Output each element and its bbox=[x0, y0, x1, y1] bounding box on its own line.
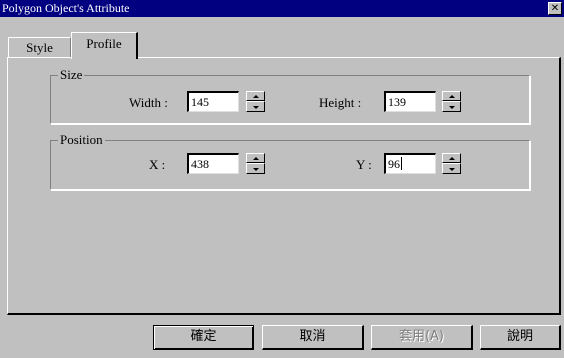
tab-style-label: Style bbox=[26, 40, 53, 55]
width-label: Width : bbox=[129, 95, 168, 110]
close-button[interactable]: ✕ bbox=[548, 2, 562, 15]
ok-button[interactable]: 確定 bbox=[153, 325, 254, 350]
width-spin-up-button[interactable] bbox=[246, 91, 265, 101]
arrow-up-icon bbox=[253, 157, 259, 160]
height-spin-up-button[interactable] bbox=[442, 91, 461, 101]
arrow-down-icon bbox=[253, 168, 259, 171]
size-groupbox: Size Width : 145 Height : 139 bbox=[50, 67, 531, 125]
height-spin-down-button[interactable] bbox=[442, 101, 461, 112]
tab-style[interactable]: Style bbox=[8, 37, 71, 58]
arrow-down-icon bbox=[449, 106, 455, 109]
position-group-legend: Position bbox=[58, 132, 105, 148]
position-groupbox: Position X : 438 Y : 96 bbox=[50, 132, 531, 191]
arrow-up-icon bbox=[449, 157, 455, 160]
arrow-down-icon bbox=[449, 168, 455, 171]
y-input[interactable]: 96 bbox=[384, 153, 436, 174]
width-input[interactable]: 145 bbox=[187, 91, 239, 112]
x-spin-down-button[interactable] bbox=[246, 163, 265, 174]
y-spin-up-button[interactable] bbox=[442, 153, 461, 163]
arrow-up-icon bbox=[449, 95, 455, 98]
arrow-up-icon bbox=[253, 95, 259, 98]
help-button[interactable]: 說明 bbox=[480, 325, 561, 350]
window-title: Polygon Object's Attribute bbox=[2, 1, 130, 15]
arrow-down-icon bbox=[253, 106, 259, 109]
profile-tab-panel: Size Width : 145 Height : 139 Position X… bbox=[7, 57, 561, 315]
tab-profile[interactable]: Profile bbox=[71, 32, 138, 59]
x-spin-up-button[interactable] bbox=[246, 153, 265, 163]
tab-profile-label: Profile bbox=[86, 36, 122, 51]
height-spinner[interactable] bbox=[442, 91, 461, 112]
title-bar[interactable]: Polygon Object's Attribute ✕ bbox=[0, 0, 564, 17]
y-value: 96 bbox=[388, 157, 400, 171]
width-spinner[interactable] bbox=[246, 91, 265, 112]
width-value: 145 bbox=[191, 95, 209, 109]
y-label: Y : bbox=[356, 157, 372, 172]
cancel-button[interactable]: 取消 bbox=[262, 325, 364, 350]
x-spinner[interactable] bbox=[246, 153, 265, 174]
apply-button: 套用(A) bbox=[371, 325, 473, 350]
height-value: 139 bbox=[388, 95, 406, 109]
text-caret bbox=[401, 157, 402, 170]
height-input[interactable]: 139 bbox=[384, 91, 436, 112]
x-input[interactable]: 438 bbox=[187, 153, 239, 174]
size-group-legend: Size bbox=[58, 67, 85, 83]
height-label: Height : bbox=[319, 95, 362, 110]
y-spinner[interactable] bbox=[442, 153, 461, 174]
width-spin-down-button[interactable] bbox=[246, 101, 265, 112]
x-label: X : bbox=[149, 157, 166, 172]
y-spin-down-button[interactable] bbox=[442, 163, 461, 174]
x-value: 438 bbox=[191, 157, 209, 171]
close-icon: ✕ bbox=[550, 3, 560, 14]
dialog-window: Polygon Object's Attribute ✕ Style Profi… bbox=[0, 0, 564, 358]
